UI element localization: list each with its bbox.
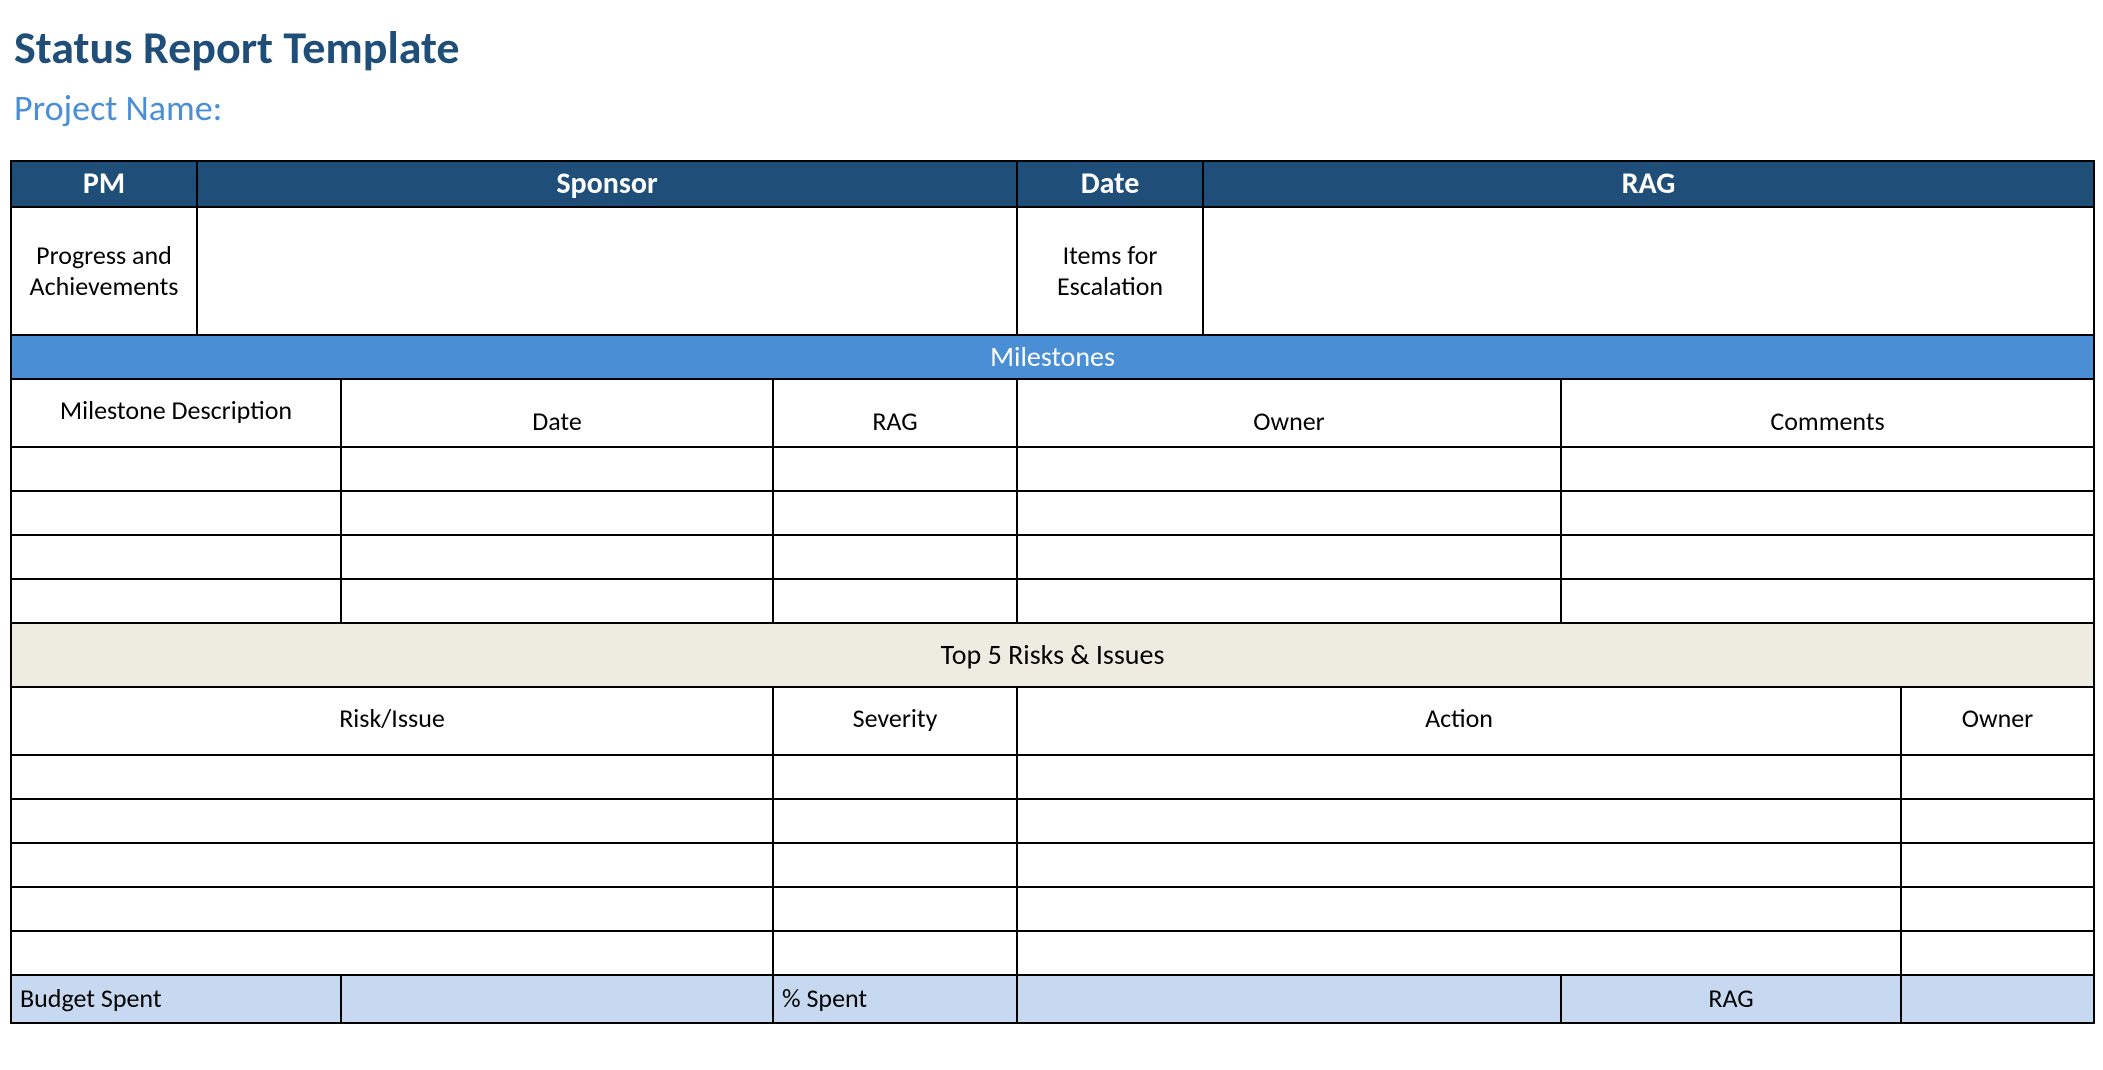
milestone-owner-cell[interactable] <box>1017 579 1561 623</box>
top-header-row: PM Sponsor Date RAG <box>11 161 2094 207</box>
milestone-comments-cell[interactable] <box>1561 447 2094 491</box>
header-pm: PM <box>11 161 197 207</box>
milestone-desc-cell[interactable] <box>11 579 341 623</box>
risk-issue-cell[interactable] <box>11 887 773 931</box>
risks-title: Top 5 Risks & Issues <box>11 623 2094 687</box>
risk-action-cell[interactable] <box>1017 799 1901 843</box>
label-items-escalation: Items for Escalation <box>1017 207 1203 335</box>
risks-columns-row: Risk/Issue Severity Action Owner <box>11 687 2094 755</box>
risks-section-header: Top 5 Risks & Issues <box>11 623 2094 687</box>
milestone-desc-cell[interactable] <box>11 447 341 491</box>
risk-severity-cell[interactable] <box>773 931 1017 975</box>
cell-budget-rag-value[interactable] <box>1901 975 2094 1023</box>
cell-progress-value[interactable] <box>197 207 1017 335</box>
label-budget-rag: RAG <box>1561 975 1901 1023</box>
risk-row <box>11 755 2094 799</box>
milestone-desc-cell[interactable] <box>11 535 341 579</box>
milestones-columns-row: Milestone Description Date RAG Owner Com… <box>11 379 2094 447</box>
milestone-date-cell[interactable] <box>341 579 773 623</box>
cell-budget-spent-value[interactable] <box>341 975 773 1023</box>
milestone-comments-cell[interactable] <box>1561 579 2094 623</box>
document-title: Status Report Template <box>14 20 2093 76</box>
milestone-desc-cell[interactable] <box>11 491 341 535</box>
risk-owner-cell[interactable] <box>1901 755 2094 799</box>
risk-owner-cell[interactable] <box>1901 931 2094 975</box>
risk-owner-cell[interactable] <box>1901 843 2094 887</box>
milestone-row <box>11 447 2094 491</box>
risk-action-cell[interactable] <box>1017 887 1901 931</box>
milestone-owner-cell[interactable] <box>1017 447 1561 491</box>
cell-escalation-value[interactable] <box>1203 207 2094 335</box>
milestone-rag-cell[interactable] <box>773 535 1017 579</box>
risk-row <box>11 887 2094 931</box>
label-budget-spent: Budget Spent <box>11 975 341 1023</box>
milestone-owner-cell[interactable] <box>1017 491 1561 535</box>
col-milestone-owner: Owner <box>1017 379 1561 447</box>
risk-severity-cell[interactable] <box>773 755 1017 799</box>
milestone-comments-cell[interactable] <box>1561 535 2094 579</box>
risk-issue-cell[interactable] <box>11 755 773 799</box>
milestone-rag-cell[interactable] <box>773 579 1017 623</box>
risk-severity-cell[interactable] <box>773 887 1017 931</box>
risk-issue-cell[interactable] <box>11 799 773 843</box>
risk-action-cell[interactable] <box>1017 931 1901 975</box>
milestones-title: Milestones <box>11 335 2094 379</box>
col-milestone-desc: Milestone Description <box>11 379 341 447</box>
milestone-rag-cell[interactable] <box>773 447 1017 491</box>
col-milestone-comments: Comments <box>1561 379 2094 447</box>
col-milestone-rag: RAG <box>773 379 1017 447</box>
milestone-date-cell[interactable] <box>341 535 773 579</box>
risk-issue-cell[interactable] <box>11 843 773 887</box>
project-name-label: Project Name: <box>14 86 2093 130</box>
progress-escalation-row: Progress and Achievements Items for Esca… <box>11 207 2094 335</box>
budget-row: Budget Spent % Spent RAG <box>11 975 2094 1023</box>
status-report-table: PM Sponsor Date RAG Progress and Achieve… <box>10 160 2095 1024</box>
milestone-date-cell[interactable] <box>341 491 773 535</box>
header-date: Date <box>1017 161 1203 207</box>
milestone-row <box>11 579 2094 623</box>
col-risk-owner: Owner <box>1901 687 2094 755</box>
milestone-row <box>11 535 2094 579</box>
label-progress-achievements: Progress and Achievements <box>11 207 197 335</box>
col-risk-severity: Severity <box>773 687 1017 755</box>
milestones-section-header: Milestones <box>11 335 2094 379</box>
risk-row <box>11 799 2094 843</box>
col-risk-issue: Risk/Issue <box>11 687 773 755</box>
risk-row <box>11 931 2094 975</box>
col-milestone-date: Date <box>341 379 773 447</box>
risk-issue-cell[interactable] <box>11 931 773 975</box>
milestone-date-cell[interactable] <box>341 447 773 491</box>
col-risk-action: Action <box>1017 687 1901 755</box>
milestone-row <box>11 491 2094 535</box>
label-pct-spent: % Spent <box>773 975 1017 1023</box>
milestone-rag-cell[interactable] <box>773 491 1017 535</box>
header-rag: RAG <box>1203 161 2094 207</box>
risk-severity-cell[interactable] <box>773 843 1017 887</box>
milestone-owner-cell[interactable] <box>1017 535 1561 579</box>
risk-owner-cell[interactable] <box>1901 799 2094 843</box>
risk-owner-cell[interactable] <box>1901 887 2094 931</box>
cell-pct-spent-value[interactable] <box>1017 975 1561 1023</box>
milestone-comments-cell[interactable] <box>1561 491 2094 535</box>
header-sponsor: Sponsor <box>197 161 1017 207</box>
risk-row <box>11 843 2094 887</box>
risk-action-cell[interactable] <box>1017 843 1901 887</box>
risk-severity-cell[interactable] <box>773 799 1017 843</box>
risk-action-cell[interactable] <box>1017 755 1901 799</box>
